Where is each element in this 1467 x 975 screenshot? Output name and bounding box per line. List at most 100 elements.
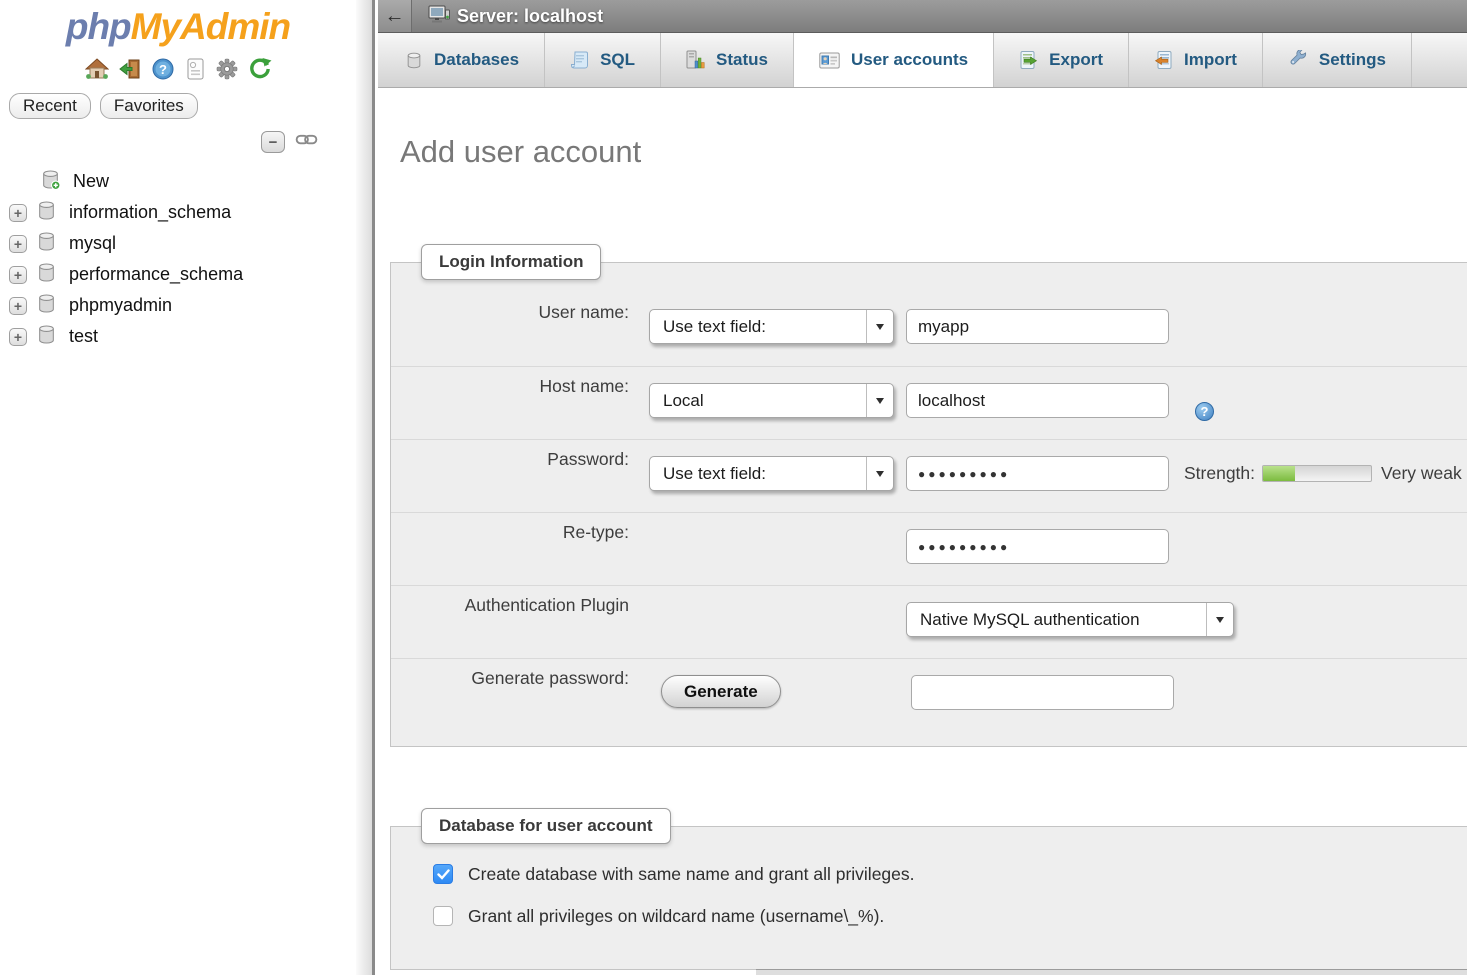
database-for-user-legend: Database for user account bbox=[421, 808, 671, 844]
expand-icon[interactable]: + bbox=[9, 328, 27, 346]
login-information-fieldset: Login Information User name: Use text fi… bbox=[390, 262, 1467, 747]
database-tree: New + information_schema + mysql + perfo… bbox=[0, 166, 356, 352]
grant-wildcard-label[interactable]: Grant all privileges on wildcard name (u… bbox=[468, 906, 884, 927]
tree-item-new[interactable]: New bbox=[0, 166, 356, 197]
expand-icon[interactable]: + bbox=[9, 204, 27, 222]
username-label: User name: bbox=[391, 293, 629, 366]
password-strength: Strength: Very weak bbox=[1184, 456, 1462, 491]
auth-plugin-row: Authentication Plugin Native MySQL authe… bbox=[391, 585, 1467, 658]
password-row: Password: Use text field: Strength: Very… bbox=[391, 439, 1467, 512]
chevron-down-icon bbox=[866, 457, 893, 490]
tab-bar: Databases SQL Status User accounts Expor… bbox=[378, 33, 1467, 88]
hostname-type-value: Local bbox=[663, 391, 704, 411]
logo-php: php bbox=[66, 6, 131, 47]
database-icon bbox=[36, 231, 57, 257]
tree-item-label[interactable]: information_schema bbox=[69, 202, 231, 223]
create-database-label[interactable]: Create database with same name and grant… bbox=[468, 864, 915, 885]
sql-icon bbox=[570, 50, 589, 70]
tree-item-label[interactable]: test bbox=[69, 326, 98, 347]
sidebar-resize-handle[interactable] bbox=[356, 0, 375, 975]
tab-label: Status bbox=[716, 50, 768, 70]
hostname-help-icon[interactable]: ? bbox=[1195, 402, 1214, 421]
server-icon bbox=[428, 4, 450, 29]
logout-icon[interactable] bbox=[118, 57, 142, 81]
recent-button[interactable]: Recent bbox=[9, 93, 91, 119]
database-icon bbox=[36, 324, 57, 350]
tab-label: User accounts bbox=[851, 50, 968, 70]
tab-status[interactable]: Status bbox=[661, 33, 794, 87]
hostname-input[interactable] bbox=[906, 383, 1169, 418]
password-input[interactable] bbox=[906, 456, 1169, 491]
tab-label: Export bbox=[1049, 50, 1103, 70]
tree-item-mysql[interactable]: + mysql bbox=[0, 228, 356, 259]
username-row: User name: Use text field: bbox=[391, 293, 1467, 366]
tree-item-label[interactable]: performance_schema bbox=[69, 264, 243, 285]
database-icon bbox=[36, 262, 57, 288]
refresh-icon[interactable] bbox=[248, 57, 272, 81]
sidebar: phpMyAdmin ? Recent Favorites − New + in… bbox=[0, 0, 356, 975]
tree-item-test[interactable]: + test bbox=[0, 321, 356, 352]
tree-item-performance-schema[interactable]: + performance_schema bbox=[0, 259, 356, 290]
password-type-value: Use text field: bbox=[663, 464, 766, 484]
tab-settings[interactable]: Settings bbox=[1263, 33, 1412, 87]
strength-label: Strength: bbox=[1184, 463, 1255, 484]
grant-wildcard-option: Grant all privileges on wildcard name (u… bbox=[433, 895, 1467, 937]
home-icon[interactable] bbox=[85, 57, 109, 81]
database-for-user-fieldset: Database for user account Create databas… bbox=[390, 826, 1467, 970]
tab-user-accounts[interactable]: User accounts bbox=[794, 33, 994, 87]
expand-icon[interactable]: + bbox=[9, 235, 27, 253]
auth-plugin-select[interactable]: Native MySQL authentication bbox=[906, 602, 1234, 637]
tree-item-label[interactable]: New bbox=[73, 171, 109, 192]
username-type-value: Use text field: bbox=[663, 317, 766, 337]
tab-databases[interactable]: Databases bbox=[380, 33, 545, 87]
strength-value: Very weak bbox=[1381, 463, 1462, 484]
tab-sql[interactable]: SQL bbox=[545, 33, 661, 87]
docs-icon[interactable] bbox=[184, 57, 206, 81]
server-breadcrumb-bar: ← Server: localhost bbox=[378, 0, 1467, 33]
sidebar-icon-toolbar: ? bbox=[0, 56, 356, 82]
tab-label: Settings bbox=[1319, 50, 1386, 70]
create-database-option: Create database with same name and grant… bbox=[433, 853, 1467, 895]
username-input[interactable] bbox=[906, 309, 1169, 344]
username-type-select[interactable]: Use text field: bbox=[649, 309, 894, 344]
auth-plugin-value: Native MySQL authentication bbox=[920, 610, 1140, 630]
collapse-all-icon[interactable]: − bbox=[261, 131, 285, 153]
logo-myadmin: MyAdmin bbox=[131, 6, 291, 47]
tab-export[interactable]: Export bbox=[994, 33, 1129, 87]
link-with-main-icon[interactable] bbox=[295, 132, 318, 152]
favorites-button[interactable]: Favorites bbox=[100, 93, 198, 119]
password-strength-fill bbox=[1263, 466, 1295, 481]
server-title: Server: localhost bbox=[457, 6, 603, 27]
page-content: Add user account Login Information User … bbox=[378, 88, 1467, 970]
export-icon bbox=[1019, 50, 1038, 70]
tab-label: Import bbox=[1184, 50, 1237, 70]
help-icon[interactable]: ? bbox=[151, 57, 175, 81]
chevron-down-icon bbox=[866, 310, 893, 343]
server-breadcrumb[interactable]: Server: localhost bbox=[428, 0, 603, 32]
phpmyadmin-logo[interactable]: phpMyAdmin bbox=[0, 6, 356, 48]
import-icon bbox=[1154, 50, 1173, 70]
retype-label: Re-type: bbox=[391, 513, 629, 585]
expand-icon[interactable]: + bbox=[9, 266, 27, 284]
tree-item-label[interactable]: mysql bbox=[69, 233, 116, 254]
tab-import[interactable]: Import bbox=[1129, 33, 1263, 87]
main-panel: ← Server: localhost Databases SQL Status… bbox=[378, 0, 1467, 975]
retype-row: Re-type: bbox=[391, 512, 1467, 585]
back-arrow-icon[interactable]: ← bbox=[378, 0, 412, 32]
tree-item-phpmyadmin[interactable]: + phpmyadmin bbox=[0, 290, 356, 321]
expand-icon[interactable]: + bbox=[9, 297, 27, 315]
create-database-checkbox[interactable] bbox=[433, 864, 453, 884]
hostname-type-select[interactable]: Local bbox=[649, 383, 894, 418]
settings-gear-icon[interactable] bbox=[215, 57, 239, 81]
generated-password-input[interactable] bbox=[911, 675, 1174, 710]
generate-button[interactable]: Generate bbox=[661, 675, 781, 708]
horizontal-scrollbar[interactable] bbox=[756, 969, 1467, 975]
hostname-label: Host name: bbox=[391, 367, 629, 439]
database-icon bbox=[36, 200, 57, 226]
tree-item-information-schema[interactable]: + information_schema bbox=[0, 197, 356, 228]
retype-password-input[interactable] bbox=[906, 529, 1169, 564]
password-type-select[interactable]: Use text field: bbox=[649, 456, 894, 491]
password-strength-meter bbox=[1262, 465, 1372, 482]
grant-wildcard-checkbox[interactable] bbox=[433, 906, 453, 926]
tree-item-label[interactable]: phpmyadmin bbox=[69, 295, 172, 316]
